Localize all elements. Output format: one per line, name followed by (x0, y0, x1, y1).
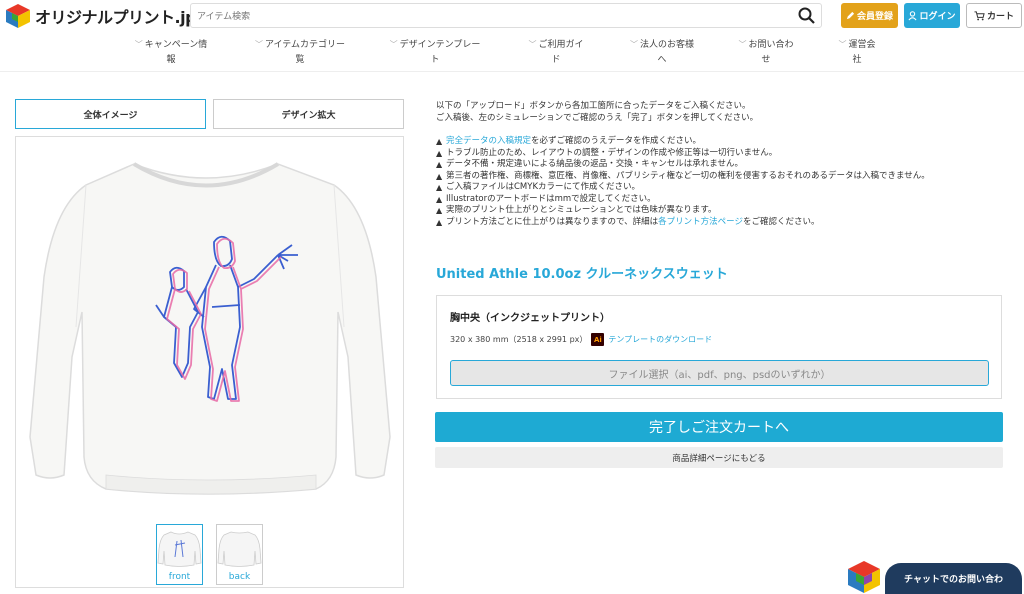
preview-tabs: 全体イメージ デザイン拡大 (15, 99, 404, 129)
cart-label: カート (986, 12, 1014, 22)
warning-icon: ▲ (436, 183, 443, 192)
search-icon[interactable] (797, 6, 817, 26)
nav-item-label: 運営会 (848, 40, 876, 50)
sweatshirt-image (29, 162, 391, 495)
upload-instructions: 以下の「アップロード」ボタンから各加工箇所に合ったデータをご入稿ください。 ご入… (436, 100, 1004, 124)
template-download-link[interactable]: テンプレートのダウンロード (608, 334, 712, 345)
warning-icon: ▲ (436, 137, 443, 146)
login-label: ログイン (919, 12, 956, 22)
chevron-down-icon: ﹀ (134, 40, 143, 49)
nav-item-corporate[interactable]: ﹀ 法人のお客様 へ (622, 37, 702, 68)
print-size-text: 320 x 380 mm（2518 x 2991 px） (450, 335, 588, 344)
nav-item-template[interactable]: ﹀ デザインテンプレー ト (382, 37, 488, 68)
note-item: ▲ データ不備・規定違いによる納品後の返品・交換・キャンセルは承れません。 (436, 159, 1004, 171)
note-text: 実際のプリント仕上がりとシミュレーションとでは色味が異なります。 (446, 205, 717, 215)
nav-item-label: へ (657, 55, 667, 65)
nav-item-campaign[interactable]: ﹀ キャンペーン情 報 (126, 37, 216, 68)
search-bar (190, 3, 822, 29)
note-text: 第三者の著作権、商標権、意匠権、肖像権、パブリシティ権など一切の権利を侵害するお… (446, 170, 930, 181)
register-button[interactable]: 会員登録 (841, 3, 898, 28)
site-logo[interactable]: オリジナルプリント.jp (4, 4, 197, 28)
note-text: プリント方法ごとに仕上がりは異なりますので、詳細は (446, 216, 659, 227)
nav-item-contact[interactable]: ﹀ お問い合わ せ (731, 37, 801, 68)
nav-item-label: ト (430, 55, 440, 65)
nav-item-label: キャンペーン情 (144, 40, 208, 50)
print-method-link[interactable]: 各プリント方法ページ (658, 217, 743, 227)
cart-button[interactable]: カート (966, 3, 1022, 28)
data-rules-link[interactable]: 完全データの入稿規定 (446, 136, 531, 146)
note-item: ▲ 実際のプリント仕上がりとシミュレーションとでは色味が異なります。 (436, 205, 1004, 217)
product-title: United Athle 10.0oz クルーネックスウェット (436, 267, 728, 282)
note-item: ▲ プリント方法ごとに仕上がりは異なりますので、詳細は各プリント方法ページをご確認… (436, 217, 1004, 229)
warning-icon: ▲ (436, 160, 443, 169)
instruction-line-1: 以下の「アップロード」ボタンから各加工箇所に合ったデータをご入稿ください。 (436, 101, 751, 111)
pencil-icon (846, 11, 855, 20)
nav-item-label: 報 (166, 55, 176, 65)
chat-mascot-cube-icon (848, 561, 880, 593)
nav-item-label: ご利用ガイ (538, 40, 584, 50)
preview-panel: front back (15, 136, 404, 588)
notes-list: ▲ 完全データの入稿規定を必ずご確認のうえデータを作成ください。 ▲ トラブル防止の… (436, 136, 1004, 228)
nav-item-label: アイテムカテゴリー (264, 40, 346, 50)
complete-order-button[interactable]: 完了しご注文カートへ (435, 412, 1003, 442)
print-position-title: 胸中央（インクジェットプリント） (450, 313, 610, 324)
back-thumbnail-image (217, 531, 262, 567)
nav-item-company[interactable]: ﹀ 運営会 社 (832, 37, 882, 68)
tab-zoom[interactable]: デザイン拡大 (213, 99, 404, 129)
tab-overall[interactable]: 全体イメージ (15, 99, 206, 129)
nav-item-label: せ (761, 55, 771, 65)
warning-icon: ▲ (436, 171, 443, 181)
thumb-back[interactable]: back (216, 524, 263, 585)
illustrator-icon: Ai (591, 333, 605, 346)
thumb-front-label: front (168, 572, 191, 582)
logo-text: オリジナルプリント.jp (35, 8, 197, 27)
nav-item-label: 社 (852, 55, 862, 65)
note-text: をご確認ください。 (743, 216, 820, 227)
note-text: データ不備・規定違いによる納品後の返品・交換・キャンセルは承れません。 (446, 159, 743, 169)
note-text: ご入稿ファイルはCMYKカラーにて作成ください。 (446, 182, 641, 192)
chevron-down-icon: ﹀ (738, 40, 747, 49)
nav-item-label: 覧 (295, 55, 305, 65)
nav-item-label: 法人のお客様 (639, 40, 694, 50)
nav-item-category[interactable]: ﹀ アイテムカテゴリー 覧 (245, 37, 355, 68)
warning-icon: ▲ (436, 194, 443, 204)
back-to-product-button[interactable]: 商品詳細ページにもどる (435, 447, 1003, 468)
chat-support-button[interactable]: チャットでのお問い合わ (885, 563, 1022, 594)
thumb-back-label: back (228, 572, 251, 582)
site-header: オリジナルプリント.jp 会員登録 ログイン カート ﹀キャンペーン情 報 ﹀ア… (0, 0, 1024, 72)
file-select-button[interactable]: ファイル選択（ai、pdf、png、psdのいずれか） (450, 360, 989, 386)
chevron-down-icon: ﹀ (389, 40, 398, 49)
note-item: ▲ トラブル防止のため、レイアウトの調整・デザインの作成や修正等は一切行いません。 (436, 148, 1004, 160)
note-text: Illustratorのアートボードはmmで設定してください。 (446, 193, 656, 204)
warning-icon: ▲ (436, 148, 443, 158)
print-size-row: 320 x 380 mm（2518 x 2991 px） Ai テンプレートのダ… (450, 333, 712, 346)
upload-section: 胸中央（インクジェットプリント） 320 x 380 mm（2518 x 299… (436, 295, 1002, 399)
note-item: ▲ ご入稿ファイルはCMYKカラーにて作成ください。 (436, 182, 1004, 194)
cart-icon (974, 10, 985, 20)
nav-item-label: お問い合わ (748, 40, 794, 50)
note-item: ▲ 完全データの入稿規定を必ずご確認のうえデータを作成ください。 (436, 136, 1004, 148)
front-thumbnail-image (157, 531, 202, 567)
warning-icon: ▲ (436, 206, 443, 215)
chevron-down-icon: ﹀ (528, 40, 537, 49)
nav-item-label: ド (551, 55, 561, 65)
nav-item-label: デザインテンプレー (399, 40, 481, 50)
login-button[interactable]: ログイン (904, 3, 960, 28)
user-icon (908, 10, 918, 20)
logo-cube-icon (6, 4, 30, 28)
register-label: 会員登録 (856, 12, 893, 22)
warning-icon: ▲ (436, 217, 443, 227)
nav-item-guide[interactable]: ﹀ ご利用ガイ ド (520, 37, 592, 68)
instruction-line-2: ご入稿後、左のシミュレーションでご確認のうえ「完了」ボタンを押してください。 (436, 113, 759, 123)
chevron-down-icon: ﹀ (254, 40, 263, 49)
note-item: ▲ 第三者の著作権、商標権、意匠権、肖像権、パブリシティ権など一切の権利を侵害する… (436, 171, 1004, 183)
chevron-down-icon: ﹀ (838, 40, 847, 49)
search-input[interactable] (191, 5, 781, 29)
note-text: を必ずご確認のうえデータを作成ください。 (531, 136, 702, 146)
note-item: ▲ Illustratorのアートボードはmmで設定してください。 (436, 194, 1004, 206)
thumb-front[interactable]: front (156, 524, 203, 585)
chevron-down-icon: ﹀ (629, 40, 638, 49)
note-text: トラブル防止のため、レイアウトの調整・デザインの作成や修正等は一切行いません。 (446, 147, 778, 158)
